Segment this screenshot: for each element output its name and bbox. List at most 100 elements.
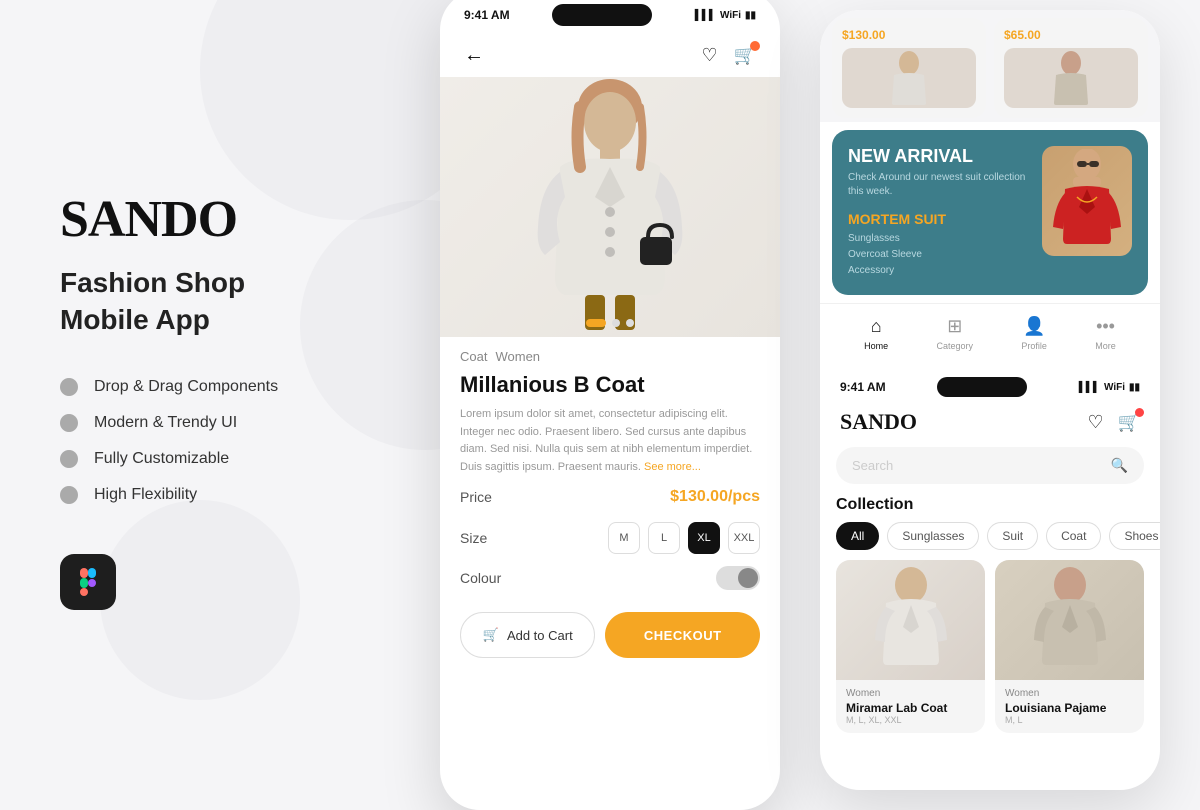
bottom-nav-right: ⌂ Home ⊞ Category 👤 Profile ••• More [820,303,1160,363]
collection-tabs: All Sunglasses Suit Coat Shoes [820,522,1160,560]
tab-shoes[interactable]: Shoes [1109,522,1160,550]
size-btn-xl[interactable]: XL [688,522,720,554]
nav-item-category[interactable]: ⊞ Category [937,316,974,351]
feature-dot-4 [60,486,78,504]
feature-dot-1 [60,378,78,396]
product-tag-coat: Coat [460,349,487,364]
card-name-1: Miramar Lab Coat [846,701,975,715]
product-tags: Coat Women [440,337,780,368]
banner-details: Sunglasses Overcoat Sleeve Accessory [848,231,1030,279]
wifi-icon: WiFi [720,10,741,21]
more-nav-label: More [1095,341,1116,351]
nav-item-home[interactable]: ⌂ Home [864,316,888,351]
product-description: Lorem ipsum dolor sit amet, consectetur … [440,406,780,476]
action-buttons: 🛒 Add to Cart CHECKOUT [440,602,780,668]
feature-label-1: Drop & Drag Components [94,378,278,396]
product-image-container [440,77,780,337]
size-options: M L XL XXL [608,522,760,554]
phone-right: $130.00 $65.00 NEW ARRIVAL Check Around … [820,10,1160,790]
nav-item-profile[interactable]: 👤 Profile [1021,316,1047,351]
card-sizes-1: M, L, XL, XXL [846,715,975,725]
add-to-cart-label: Add to Cart [507,628,573,643]
product-dots [586,319,634,327]
status-icons-middle: ▌▌▌ WiFi ▮▮ [695,10,756,21]
mini-card-1: $130.00 [832,18,986,118]
product-title: Millanious B Coat [440,368,780,406]
product-card-2[interactable]: Women Louisiana Pajame M, L [995,560,1144,733]
add-to-cart-button[interactable]: 🛒 Add to Cart [460,612,595,658]
price-row: Price $130.00/pcs [440,476,780,518]
feature-label-2: Modern & Trendy UI [94,414,237,432]
profile-nav-label: Profile [1021,341,1047,351]
size-btn-l[interactable]: L [648,522,680,554]
banner-title: NEW ARRIVAL [848,146,1030,167]
banner-product-name: MORTEM SUIT [848,211,1030,227]
banner-image [1042,146,1132,256]
product-grid: Women Miramar Lab Coat M, L, XL, XXL [820,560,1160,733]
back-button[interactable]: ← [464,44,484,67]
nav-item-more[interactable]: ••• More [1095,316,1116,351]
app-subtitle: Fashion ShopMobile App [60,265,410,338]
tab-coat[interactable]: Coat [1046,522,1101,550]
feature-item-1: Drop & Drag Components [60,378,410,396]
cart-button[interactable]: 🛒 [734,45,756,66]
mini-card-img-2 [1004,48,1138,108]
feature-item-3: Fully Customizable [60,450,410,468]
feature-dot-2 [60,414,78,432]
home-header: SANDO ♡ 🛒 [820,401,1160,443]
figma-icon[interactable] [60,554,116,610]
feature-dot-3 [60,450,78,468]
size-row: Size M L XL XXL [440,518,780,558]
banner-subtitle: Check Around our newest suit collection … [848,171,1030,199]
phone-nav-bar: ← ♡ 🛒 [440,34,780,77]
home-nav-icon: ⌂ [871,316,882,337]
feature-item-4: High Flexibility [60,486,410,504]
wifi-icon-right: WiFi [1104,382,1125,393]
tab-sunglasses[interactable]: Sunglasses [887,522,979,550]
home-nav-label: Home [864,341,888,351]
tab-suit[interactable]: Suit [987,522,1038,550]
signal-icon: ▌▌▌ [695,10,716,21]
price-value: $130.00/pcs [670,488,760,506]
product-card-1[interactable]: Women Miramar Lab Coat M, L, XL, XXL [836,560,985,733]
mini-card-2: $65.00 [994,18,1148,118]
new-arrival-banner: NEW ARRIVAL Check Around our newest suit… [832,130,1148,295]
signal-icon-right: ▌▌▌ [1079,382,1100,393]
size-btn-xxl[interactable]: XXL [728,522,760,554]
search-bar[interactable]: Search 🔍 [836,447,1144,484]
home-cart-dot [1135,408,1144,417]
banner-text: NEW ARRIVAL Check Around our newest suit… [848,146,1030,279]
feature-label-3: Fully Customizable [94,450,229,468]
card-name-2: Louisiana Pajame [1005,701,1134,715]
search-placeholder: Search [852,458,1103,473]
price-label: Price [460,489,492,505]
mini-card-img-1 [842,48,976,108]
card-sizes-2: M, L [1005,715,1134,725]
colour-label: Colour [460,570,501,586]
left-panel: SANDO Fashion ShopMobile App Drop & Drag… [60,0,410,800]
status-bar-middle: 9:41 AM ▌▌▌ WiFi ▮▮ [440,0,780,34]
mini-card-price-1: $130.00 [842,28,976,42]
category-nav-icon: ⊞ [947,316,962,337]
product-card-img-1 [836,560,985,680]
home-cart-icon[interactable]: 🛒 [1118,412,1140,433]
colour-row: Colour [440,558,780,598]
feature-item-2: Modern & Trendy UI [60,414,410,432]
product-card-img-2 [995,560,1144,680]
home-brand: SANDO [840,409,917,435]
status-icons-right: ▌▌▌ WiFi ▮▮ [1079,382,1140,393]
feature-label-4: High Flexibility [94,486,197,504]
mini-card-price-2: $65.00 [1004,28,1138,42]
home-screen: SANDO ♡ 🛒 Search 🔍 Collection All Sungla… [820,401,1160,790]
toggle-knob [738,568,758,588]
checkout-button[interactable]: CHECKOUT [605,612,760,658]
home-nav-icons: ♡ 🛒 [1087,412,1140,433]
heart-icon[interactable]: ♡ [701,45,717,66]
tab-all[interactable]: All [836,522,879,550]
size-btn-m[interactable]: M [608,522,640,554]
see-more-link[interactable]: See more... [644,461,701,473]
home-heart-icon[interactable]: ♡ [1087,412,1103,433]
card-sub-2: Women [1005,688,1134,699]
colour-toggle[interactable] [716,566,760,590]
product-card-info-1: Women Miramar Lab Coat M, L, XL, XXL [836,680,985,733]
